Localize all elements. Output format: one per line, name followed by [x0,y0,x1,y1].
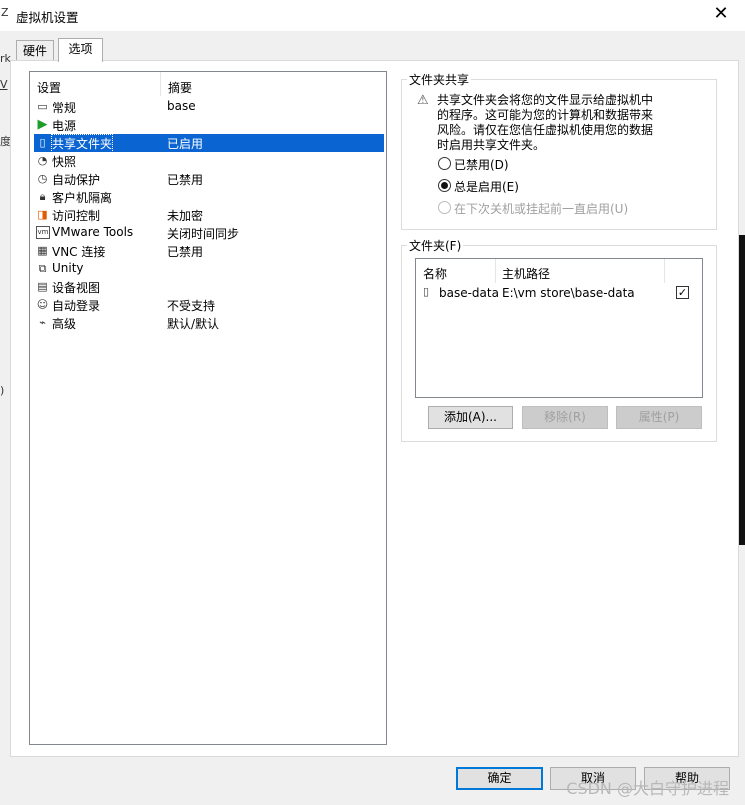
radio-disabled[interactable] [438,157,451,170]
folder-name-cell[interactable]: base-data [439,286,499,300]
remove-folder-button: 移除(R) [522,406,608,429]
close-icon[interactable]: ✕ [711,4,731,24]
isolation-icon: 🔒︎ [39,190,46,203]
tab-options[interactable]: 选项 [58,38,103,62]
add-folder-button[interactable]: 添加(A)... [428,406,513,429]
background-text: ) [0,384,5,397]
setting-summary: 默认/默认 [167,317,220,331]
background-window-edge [738,235,745,545]
ok-button[interactable]: 确定 [456,767,543,790]
radio-until-poweroff [438,201,451,214]
folder-properties-button: 属性(P) [616,406,702,429]
column-divider [495,259,496,283]
autoprotect-icon: ◷ [37,172,48,185]
setting-label: 电源 [52,119,77,133]
settings-row-shared-folders[interactable]: ▯ 共享文件夹 已启用 [34,134,384,153]
settings-row-advanced[interactable]: ⌁ 高级 默认/默认 [34,314,384,332]
setting-label: 自动保护 [52,173,101,187]
settings-row-snapshots[interactable]: ◔ 快照 [34,152,384,170]
shared-folder-icon: ▯ [423,285,430,298]
warning-text: 共享文件夹会将您的文件显示给虚拟机中的程序。这可能为您的计算机和数据带来风险。请… [437,93,654,152]
setting-label: VMware Tools [52,225,134,239]
folders-legend: 文件夹(F) [407,237,464,254]
advanced-icon: ⌁ [39,316,46,329]
setting-label: Unity [52,261,84,275]
setting-label: 访问控制 [52,209,101,223]
background-text: V [0,78,8,91]
setting-label: 自动登录 [52,299,101,313]
setting-summary: 不受支持 [167,299,216,313]
folder-list[interactable] [415,258,703,398]
watermark: CSDN @大白守护进程 [566,779,729,798]
window-title: 虚拟机设置 [16,10,79,25]
shared-folder-icon: ▯ [39,136,46,149]
settings-row-unity[interactable]: ⧉ Unity [34,260,384,278]
settings-row-autoprotect[interactable]: ◷ 自动保护 已禁用 [34,170,384,188]
tab-hardware[interactable]: 硬件 [16,40,54,61]
settings-row-vnc[interactable]: ▦ VNC 连接 已禁用 [34,242,384,260]
setting-summary: 已禁用 [167,173,204,187]
access-control-icon: ◨ [37,208,48,221]
unity-icon: ⧉ [38,262,47,275]
folder-name-header: 名称 [423,267,448,281]
radio-disabled-label[interactable]: 已禁用(D) [454,156,509,173]
settings-row-vmware-tools[interactable]: vm VMware Tools 关闭时间同步 [34,224,384,242]
radio-always-enabled[interactable] [438,179,451,192]
setting-label: 客户机隔离 [52,191,113,205]
setting-label: 设备视图 [52,281,101,295]
folder-sharing-legend: 文件夹共享 [407,71,472,88]
snapshot-icon: ◔ [37,154,48,167]
setting-summary: base [167,99,196,113]
radio-always-enabled-label[interactable]: 总是启用(E) [454,178,519,195]
host-path-header: 主机路径 [502,267,551,281]
radio-selected-dot [441,182,448,189]
autologin-icon: ☺ [36,298,49,311]
setting-label: 快照 [52,155,77,169]
setting-label: VNC 连接 [52,245,106,259]
title-bar [0,0,745,31]
settings-row-power[interactable]: ▶ 电源 [34,116,384,134]
setting-summary: 关闭时间同步 [167,227,240,241]
radio-until-poweroff-label: 在下次关机或挂起前一直启用(U) [454,202,629,216]
summary-header: 摘要 [168,81,193,95]
vnc-icon: ▦ [37,244,48,257]
general-icon: ▭ [37,100,48,113]
setting-summary: 已禁用 [167,245,204,259]
setting-label: 共享文件夹 [50,134,114,153]
setting-label: 常规 [52,101,77,115]
column-divider [664,259,665,283]
power-icon: ▶ [37,117,48,132]
background-text: Z [1,6,9,19]
vmware-tools-icon: vm [36,226,50,239]
column-divider [160,72,161,96]
warning-icon: ⚠ [417,93,429,108]
settings-header: 设置 [37,81,62,95]
settings-row-device-view[interactable]: ▤ 设备视图 [34,278,384,296]
folder-enabled-checkbox[interactable]: ✓ [676,286,689,299]
setting-label: 高级 [52,317,77,331]
device-view-icon: ▤ [37,280,48,293]
setting-summary: 未加密 [167,209,204,223]
host-path-cell[interactable]: E:\vm store\base-data [502,286,635,300]
settings-row-access-control[interactable]: ◨ 访问控制 未加密 [34,206,384,224]
settings-row-guest-isolation[interactable]: 🔒︎ 客户机隔离 [34,188,384,206]
settings-row-general[interactable]: ▭ 常规 base [34,98,384,116]
settings-row-autologin[interactable]: ☺ 自动登录 不受支持 [34,296,384,314]
setting-summary: 已启用 [167,137,204,151]
